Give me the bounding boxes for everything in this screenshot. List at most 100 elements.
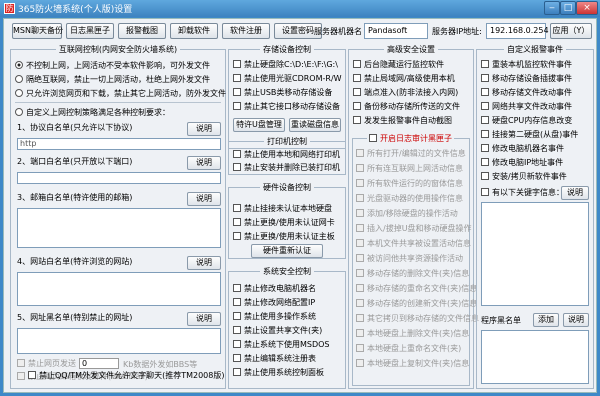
system-item-3[interactable]: 禁止设置共享文件(夹) (233, 326, 322, 336)
mailbox-whitelist-label: 3、邮箱白名单(特许使用的邮箱) (17, 193, 133, 202)
internet-control-title: 互联网控制(内网安全防火墙系统) (55, 45, 181, 54)
blackbox-item-6[interactable]: 本机文件共享被设置活动信息 (356, 239, 471, 249)
blackbox-item-5[interactable]: 插入/拔掉U盘和移动硬盘操作 (356, 224, 472, 234)
port-explain-button[interactable]: 说明 (187, 156, 221, 170)
upload-size-input[interactable]: 0 (79, 358, 119, 369)
hardware-item-0[interactable]: 禁止挂接未认证本地硬盘 (233, 204, 332, 214)
printer-item-1[interactable]: 禁止安装并删除已装打印机 (233, 163, 340, 173)
blackbox-item-4[interactable]: 添加/移除硬盘的操作活动 (356, 209, 458, 219)
blackbox-panel: 开启日志审计黑匣子 所有打开/编辑过的文件信息 所有连互联网上网活动信息 所有软… (352, 134, 479, 386)
blacklist-explain-button[interactable]: 说明 (563, 313, 589, 327)
app-icon: 防 (4, 3, 15, 14)
alert-screenshot-button[interactable]: 报警截图 (118, 23, 166, 39)
server-ip-label: 服务器IP地址: (432, 27, 482, 36)
storage-item-3[interactable]: 禁止其它接口移动存储设备 (233, 102, 340, 112)
website-explain-button[interactable]: 说明 (187, 256, 221, 270)
url-blacklist-textarea[interactable] (17, 328, 221, 354)
alert-item-4[interactable]: 硬盘CPU内存信息改变 (481, 116, 572, 126)
port-whitelist-label: 2、端口白名单(只开放以下端口) (17, 157, 133, 166)
alert-item-2[interactable]: 移动存储文件改动事件 (481, 88, 572, 98)
close-icon[interactable]: × (576, 1, 598, 15)
internet-control-panel: 互联网控制(内网安全防火墙系统) 不控制上网，上网活动不受本软件影响，可外发文件… (10, 45, 226, 389)
blackbox-item-10[interactable]: 移动存储的创建新文件(夹)信息 (356, 299, 477, 309)
radio-isolate-internet[interactable]: 隔绝互联网，禁止一切上网活动，杜绝上网外发文件 (15, 74, 210, 85)
alert-item-5[interactable]: 挂接第二硬盘(从盘)事件 (481, 130, 578, 140)
log-blackbox-button[interactable]: 日志黑匣子 (66, 23, 114, 39)
uninstall-button[interactable]: 卸载软件 (170, 23, 218, 39)
alert-item-7[interactable]: 修改电脑IP地址事件 (481, 158, 563, 168)
advanced-item-4[interactable]: 发发生报警事件自动截图 (353, 116, 452, 126)
apply-button[interactable]: 应用（Y） (550, 23, 592, 39)
storage-item-0[interactable]: 禁止硬盘除C:\D:\E:\F:\G:\ (233, 60, 338, 70)
blackbox-item-1[interactable]: 所有连互联网上网活动信息 (356, 164, 463, 174)
advanced-item-0[interactable]: 后台隐藏运行监控软件 (353, 60, 444, 70)
blackbox-item-12[interactable]: 本地硬盘上删除文件(夹)信息 (356, 329, 469, 339)
blackbox-item-7[interactable]: 被访问他共享资源操作活动 (356, 254, 463, 264)
radio-browse-only[interactable]: 只允许浏览网页和下载，禁止其它上网活动，防外发文件 (15, 88, 226, 99)
hardware-item-1[interactable]: 禁止更换/使用未认证网卡 (233, 218, 335, 228)
advanced-security-title: 高级安全设置 (384, 45, 438, 54)
blackbox-item-2[interactable]: 所有软件运行的的窗体信息 (356, 179, 463, 189)
forbid-web-upload-checkbox[interactable]: 禁止网页发送 (17, 359, 76, 369)
program-blacklist-list[interactable] (481, 330, 589, 384)
blackbox-item-11[interactable]: 其它拷贝到移动存储的文件信息 (356, 314, 479, 324)
server-ip-input[interactable]: 192.168.0.254 (486, 23, 549, 39)
alert-item-0[interactable]: 重装本机监控软件事件 (481, 60, 572, 70)
upload-size-suffix: Kb数据外发如BBS等 (123, 360, 198, 369)
custom-alerts-title: 自定义报警事件 (504, 45, 566, 54)
hardware-recertify-button[interactable]: 硬件重新认证 (251, 244, 323, 258)
system-item-5[interactable]: 禁止编辑系统注册表 (233, 354, 316, 364)
radio-icon (15, 89, 23, 97)
storage-item-2[interactable]: 禁止USB类移动存储设备 (233, 88, 332, 98)
alert-keyword-checkbox[interactable]: 有以下关键字信息： (481, 188, 564, 198)
blackbox-item-8[interactable]: 移动存储的删除文件(夹)信息 (356, 269, 469, 279)
special-usb-button[interactable]: 特许U盘管理 (233, 118, 285, 132)
maximize-icon[interactable]: □ (560, 1, 576, 15)
printer-item-0[interactable]: 禁止使用本地和网络打印机 (233, 150, 340, 160)
system-item-0[interactable]: 禁止修改电脑机器名 (233, 284, 316, 294)
server-name-input[interactable]: Pandasoft (364, 23, 428, 39)
advanced-item-3[interactable]: 备份移动存储所传送的文件 (353, 102, 460, 112)
port-whitelist-input[interactable] (17, 172, 221, 184)
forbid-qq-file-checkbox[interactable]: 禁止QQ/TM外发文件允许文字聊天(推荐TM2008版) (28, 371, 224, 381)
storage-control-panel: 存储设备控制 禁止硬盘除C:\D:\E:\F:\G:\ 禁止使用光驱CDROM-… (228, 45, 346, 149)
blackbox-item-3[interactable]: 光盘驱动器的使用操作信息 (356, 194, 463, 204)
mailbox-explain-button[interactable]: 说明 (187, 192, 221, 206)
radio-no-control[interactable]: 不控制上网，上网活动不受本软件影响，可外发文件 (15, 60, 210, 71)
alert-explain-button[interactable]: 说明 (561, 186, 589, 200)
advanced-item-1[interactable]: 禁止局域网/高级使用本机 (353, 74, 455, 84)
blackbox-item-9[interactable]: 移动存储的重命名文件(夹)信息 (356, 284, 477, 294)
custom-alerts-panel: 自定义报警事件 重装本机监控软件事件 移动存储设备插拔事件 移动存储文件改动事件… (476, 45, 594, 389)
blackbox-item-0[interactable]: 所有打开/编辑过的文件信息 (356, 149, 466, 159)
printer-control-title: 打印机控制 (264, 137, 310, 146)
protocol-whitelist-label: 1、协议白名单(只允许以下协议) (17, 123, 133, 132)
alert-item-8[interactable]: 安装/拷贝新软件事件 (481, 172, 567, 182)
website-whitelist-textarea[interactable] (17, 272, 221, 306)
url-blacklist-label: 5、网址黑名单(特别禁止的网址) (17, 313, 133, 322)
mailbox-whitelist-textarea[interactable] (17, 208, 221, 248)
url-explain-button[interactable]: 说明 (187, 312, 221, 326)
blackbox-enable-checkbox[interactable]: 开启日志审计黑匣子 (367, 134, 454, 144)
advanced-item-2[interactable]: 端点准入(防非法接入内网) (353, 88, 458, 98)
hardware-item-2[interactable]: 禁止更换/使用未认证主板 (233, 232, 335, 242)
blacklist-add-button[interactable]: 添加 (533, 313, 559, 327)
title-bar: 防 365防火墙系统(个人版)设置 ‒ □ × (0, 0, 600, 17)
minimize-icon[interactable]: ‒ (544, 1, 560, 15)
alert-keyword-textarea[interactable] (481, 202, 589, 306)
protocol-explain-button[interactable]: 说明 (187, 122, 221, 136)
register-button[interactable]: 软件注册 (222, 23, 270, 39)
system-item-6[interactable]: 禁止使用系统控制面板 (233, 368, 324, 378)
reread-disk-button[interactable]: 重读磁盘信息 (289, 118, 341, 132)
alert-item-1[interactable]: 移动存储设备插拔事件 (481, 74, 572, 84)
alert-item-3[interactable]: 网络共享文件改动事件 (481, 102, 572, 112)
system-item-1[interactable]: 禁止修改网络配置IP (233, 298, 315, 308)
blackbox-item-13[interactable]: 本地硬盘上重命名文件(夹) (356, 344, 461, 354)
alert-item-6[interactable]: 修改电脑机器名事件 (481, 144, 564, 154)
protocol-whitelist-input[interactable]: http (17, 138, 221, 150)
blackbox-item-14[interactable]: 本地硬盘上复制文件(夹)信息 (356, 359, 469, 369)
system-item-4[interactable]: 禁止系统下使用MSDOS (233, 340, 330, 350)
radio-custom-policy[interactable]: 自定义上网控制策略满足各种控制要求： (15, 107, 170, 118)
msn-backup-button[interactable]: MSN聊天备份 (12, 23, 63, 39)
system-item-2[interactable]: 禁止使用多操作系统 (233, 312, 316, 322)
storage-item-1[interactable]: 禁止使用光驱CDROM-R/W (233, 74, 342, 84)
